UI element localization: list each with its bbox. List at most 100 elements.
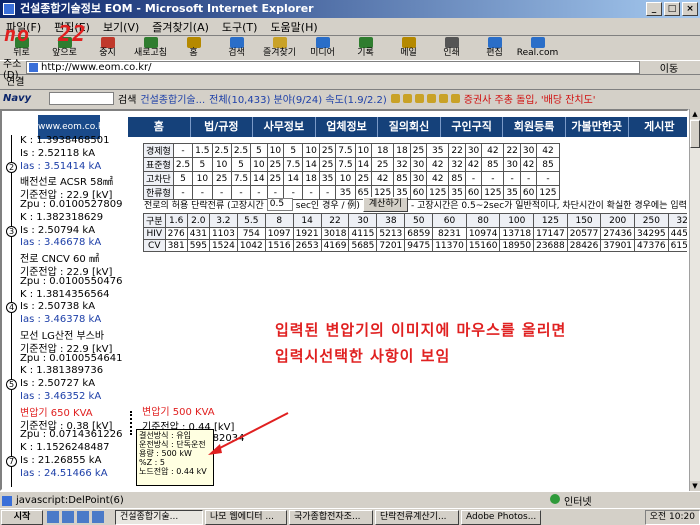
quick-launch[interactable] bbox=[45, 511, 113, 523]
form-label: 전로의 허용 단락전류 (고장시간 bbox=[144, 201, 264, 211]
table-cell: 5 bbox=[192, 157, 213, 172]
toolbar-button-11[interactable]: 편집 bbox=[473, 37, 516, 59]
nav-tab-2[interactable]: 사무정보 bbox=[253, 117, 316, 137]
calculate-button[interactable]: 계산하기 bbox=[362, 197, 409, 212]
toolbar-button-3[interactable]: 새로고침 bbox=[129, 37, 172, 59]
menu-view[interactable]: 보기(V) bbox=[103, 19, 139, 35]
table-cell: 14 bbox=[283, 171, 304, 186]
breaker-table-row: 고차단 5 10 25 7.5 14 25 14 18 35 10 25 42 85 30 42 85- - - - - bbox=[143, 171, 560, 186]
toolbar-button-label: 즐겨찾기 bbox=[262, 48, 297, 58]
node-number-marker[interactable]: 2 bbox=[6, 161, 17, 173]
menu-favorites[interactable]: 즐겨찾기(A) bbox=[152, 19, 209, 35]
taskbar-task-3[interactable]: 단락전류계산기... bbox=[375, 509, 459, 525]
column-header: 125 bbox=[533, 213, 568, 228]
table-cell: 85 bbox=[481, 157, 505, 172]
toolbar-button-6[interactable]: 즐겨찾기 bbox=[258, 37, 301, 59]
node-value-line: Is : 2.50727 kA bbox=[20, 378, 96, 390]
minimize-button[interactable]: _ bbox=[646, 2, 662, 16]
table-cell: 10 bbox=[266, 143, 285, 158]
column-header: 325 bbox=[667, 213, 687, 228]
address-input[interactable]: http://www.eom.co.kr/ bbox=[26, 61, 640, 74]
nav-tab-1[interactable]: 법/규정 bbox=[191, 117, 254, 137]
links-bar[interactable]: 연결 bbox=[0, 75, 700, 90]
navy-search-input[interactable] bbox=[49, 92, 114, 105]
media-icon bbox=[315, 37, 330, 48]
favorites-icon bbox=[272, 37, 287, 48]
toolbar-button-5[interactable]: 검색 bbox=[215, 37, 258, 59]
navy-logo[interactable]: Navy bbox=[3, 93, 45, 104]
table-cell: 17147 bbox=[533, 227, 568, 240]
table-cell: 30 bbox=[409, 171, 428, 186]
node-value-line: Ias : 3.46352 kA bbox=[20, 391, 102, 402]
cable-table-row: CV 381 595 1524 1042 1516 2653 4169 5685 7201 9475… bbox=[143, 239, 687, 252]
column-header: 150 bbox=[566, 213, 602, 228]
scrollbar-thumb[interactable] bbox=[690, 120, 700, 148]
table-cell: 44583 bbox=[667, 227, 687, 240]
table-cell: 30 bbox=[409, 157, 428, 172]
navy-search-button[interactable]: 검색 bbox=[118, 91, 136, 106]
nav-tab-0[interactable]: 홈 bbox=[128, 117, 191, 137]
navy-query[interactable]: 건설종합기술... bbox=[140, 91, 205, 106]
toolbar-button-7[interactable]: 미디어 bbox=[301, 37, 344, 59]
taskbar-task-0[interactable]: 건설종합기술... bbox=[115, 509, 203, 525]
close-button[interactable]: × bbox=[682, 2, 698, 16]
node-value-line: Is : 2.50738 kA bbox=[20, 301, 96, 313]
table-cell: 85 bbox=[448, 171, 466, 186]
table-cell: 1042 bbox=[236, 239, 266, 252]
toolbar-button-9[interactable]: 메일 bbox=[387, 37, 430, 59]
toolbar-button-12[interactable]: Real.com bbox=[516, 37, 559, 59]
nav-tab-3[interactable]: 업체정보 bbox=[316, 117, 379, 137]
stop-icon bbox=[100, 37, 115, 48]
handwritten-annotation-number: 22 bbox=[58, 22, 87, 47]
nav-tab-8[interactable]: 게시판 bbox=[629, 117, 688, 137]
table-cell: 10974 bbox=[465, 227, 501, 240]
nav-tab-4[interactable]: 질의회신 bbox=[378, 117, 441, 137]
navy-stats: 전체(10,433) 분야(9/24) 속도(1.9/2.2) bbox=[209, 95, 387, 106]
table-cell: 2.5 bbox=[211, 143, 232, 158]
column-header: 80 bbox=[465, 213, 501, 228]
start-button[interactable]: 시작 bbox=[1, 509, 43, 525]
navy-ad-link[interactable]: 증권사 주총 돌입, '배당 잔치도' bbox=[464, 91, 596, 106]
go-button[interactable]: 이동 bbox=[640, 60, 698, 75]
node-number-marker[interactable]: 4 bbox=[6, 302, 17, 314]
menu-tools[interactable]: 도구(T) bbox=[222, 19, 258, 35]
toolbar-button-label: 검색 bbox=[228, 48, 245, 58]
nav-tab-7[interactable]: 가볼만한곳 bbox=[566, 117, 629, 137]
table-cell: 1524 bbox=[208, 239, 238, 252]
maximize-button[interactable]: □ bbox=[664, 2, 680, 16]
fault-time-input[interactable]: 0.5 bbox=[266, 198, 293, 211]
toolbar-button-4[interactable]: 홈 bbox=[172, 37, 215, 59]
table-cell: 42 bbox=[481, 143, 505, 158]
navy-tool-icons[interactable] bbox=[390, 94, 460, 103]
node-number-marker[interactable]: 5 bbox=[6, 379, 17, 391]
table-cell: 25 bbox=[266, 157, 285, 172]
table-cell: 8231 bbox=[432, 227, 467, 240]
table-cell: 10 bbox=[335, 171, 356, 186]
toolbar-button-2[interactable]: 중지 bbox=[86, 37, 129, 59]
row-header: 경제형 bbox=[143, 143, 174, 158]
table-cell: 431 bbox=[186, 227, 210, 240]
toolbar-button-8[interactable]: 기록 bbox=[344, 37, 387, 59]
node-number-marker[interactable]: 7 bbox=[6, 456, 17, 467]
vertical-scrollbar[interactable]: ▲ ▼ bbox=[689, 109, 700, 491]
node-value-line: K : 1.3938468501 bbox=[20, 135, 110, 146]
table-cell: 7.5 bbox=[283, 157, 304, 172]
table-cell: 42 bbox=[426, 157, 450, 172]
nav-tab-6[interactable]: 회원등록 bbox=[503, 117, 566, 137]
table-cell: 37901 bbox=[600, 239, 636, 252]
taskbar-task-4[interactable]: Adobe Photos... bbox=[461, 509, 541, 525]
toolbar-button-label: 인쇄 bbox=[443, 48, 460, 58]
nav-tab-5[interactable]: 구인구직 bbox=[441, 117, 504, 137]
menu-help[interactable]: 도움말(H) bbox=[270, 19, 317, 35]
taskbar-task-1[interactable]: 나모 웹에디터 ... bbox=[205, 509, 287, 525]
table-cell: 15160 bbox=[465, 239, 501, 252]
taskbar-task-2[interactable]: 국가종합전자조... bbox=[289, 509, 373, 525]
toolbar-button-label: 새로고침 bbox=[133, 48, 168, 58]
toolbar-button-10[interactable]: 인쇄 bbox=[430, 37, 473, 59]
node-number-marker[interactable]: 3 bbox=[6, 225, 17, 237]
ie-icon bbox=[3, 3, 15, 15]
table-cell: 10 bbox=[250, 157, 268, 172]
table-cell: 25 bbox=[211, 171, 232, 186]
table-cell: 22 bbox=[503, 143, 521, 158]
table-cell: 18 bbox=[302, 171, 320, 186]
